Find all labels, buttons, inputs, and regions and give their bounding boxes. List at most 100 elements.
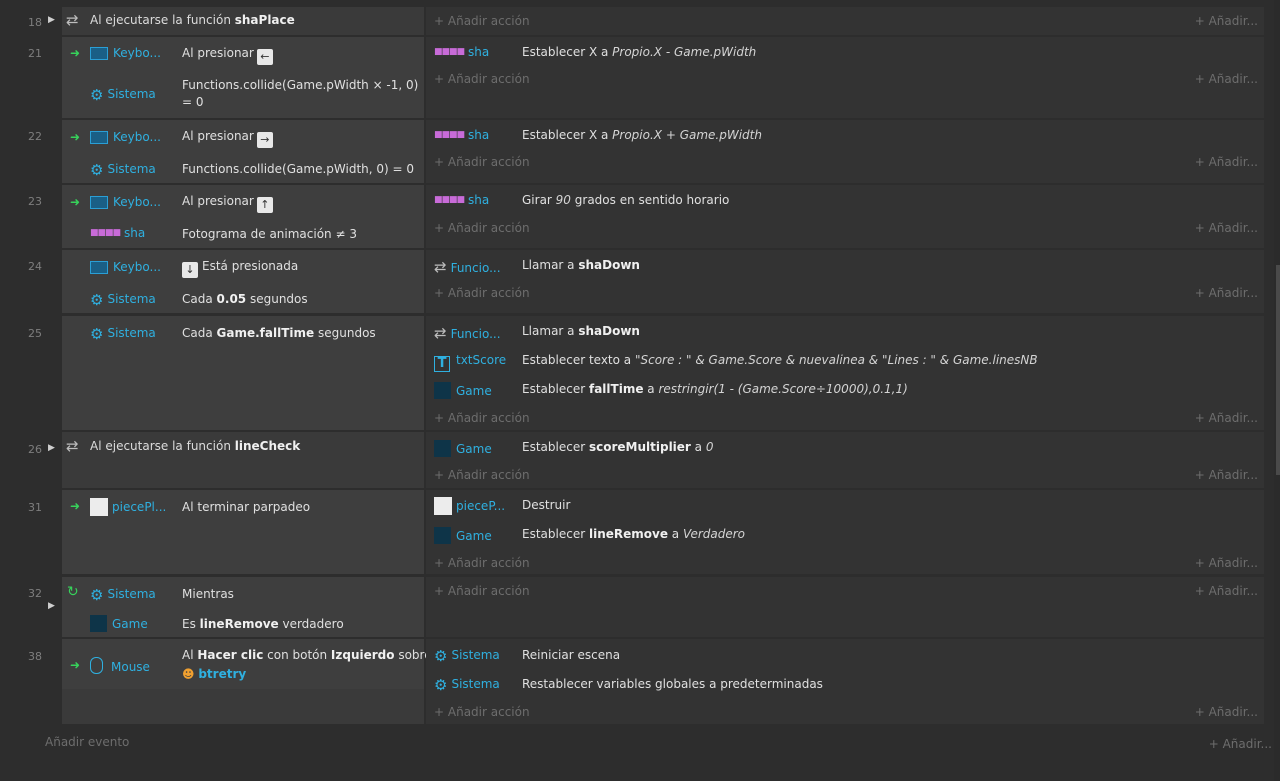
condition-block[interactable]: ➜ Mouse Al Hacer clic con botón Izquierd…	[62, 639, 432, 689]
event-row-32[interactable]: 32 ▶ ↻ ⚙ Sistema Mientras Game Es lineRem…	[0, 577, 1280, 637]
event-number: 23	[28, 195, 42, 208]
piece-sprite-icon	[434, 497, 452, 515]
add-action-link[interactable]: + Añadir acción	[434, 556, 530, 570]
add-right-link[interactable]: + Añadir...	[1195, 72, 1258, 86]
action-object: Game	[434, 440, 492, 457]
action-text[interactable]: Establecer X a Propio.X + Game.pWidth	[522, 128, 762, 142]
condition-block[interactable]	[62, 460, 424, 488]
condition-text[interactable]: Es lineRemove verdadero	[182, 616, 422, 633]
action-block: ⇄ Funcio... Llamar a shaDown TtxtScore Es…	[426, 316, 1264, 430]
add-action-link[interactable]: + Añadir acción	[434, 705, 530, 719]
event-row-18[interactable]: 18 ▶ ⇄ Al ejecutarse la función shaPlace…	[0, 7, 1280, 35]
scrollbar-thumb[interactable]	[1276, 265, 1280, 475]
expand-triangle-icon[interactable]: ▶	[48, 601, 55, 611]
condition-block[interactable]: ➜ Keybo... Al presionar ↑ ■■■■ sha Fotogra…	[62, 185, 424, 248]
action-text[interactable]: Establecer scoreMultiplier a 0	[522, 440, 713, 454]
condition-text[interactable]: Fotograma de animación ≠ 3	[182, 226, 422, 243]
down-arrow-key-icon: ↓	[182, 262, 198, 278]
button-sprite-icon: ☻	[182, 667, 195, 681]
action-block: + Añadir acción + Añadir...	[426, 577, 1264, 637]
condition-object: ⚙ Sistema	[90, 291, 156, 309]
condition-text[interactable]: Functions.collide(Game.pWidth × -1, 0) =…	[182, 77, 422, 111]
function-header[interactable]: ⇄ Al ejecutarse la función lineCheck	[62, 432, 424, 460]
add-right-link[interactable]: + Añadir...	[1195, 468, 1258, 482]
add-right-link[interactable]: + Añadir...	[1195, 155, 1258, 169]
condition-block[interactable]: ➜ piecePl... Al terminar parpadeo	[62, 490, 424, 574]
condition-object: Keybo...	[90, 260, 161, 274]
action-text[interactable]: Establecer fallTime a restringir(1 - (Ga…	[522, 382, 908, 396]
add-action-link[interactable]: + Añadir acción	[434, 14, 530, 28]
add-right-link[interactable]: + Añadir...	[1195, 286, 1258, 300]
condition-object: Mouse	[90, 657, 150, 674]
add-right-link[interactable]: + Añadir...	[1195, 221, 1258, 235]
event-row-22[interactable]: 22 ➜ Keybo... Al presionar → ⚙ Sistema Fun…	[0, 120, 1280, 183]
action-text[interactable]: Restablecer variables globales a predete…	[522, 677, 823, 691]
add-right-link[interactable]: + Añadir...	[1195, 705, 1258, 719]
condition-block[interactable]: ➜ Keybo... Al presionar → ⚙ Sistema Functi…	[62, 120, 424, 183]
function-header[interactable]: ⇄ Al ejecutarse la función shaPlace	[62, 7, 424, 35]
trigger-arrow-icon: ➜	[70, 499, 81, 513]
add-right-link[interactable]: + Añadir...	[1195, 411, 1258, 425]
sprite-icon: ■■■■	[434, 47, 465, 57]
add-action-link[interactable]: + Añadir acción	[434, 155, 530, 169]
action-text[interactable]: Llamar a shaDown	[522, 258, 640, 272]
condition-text[interactable]: Al presionar ←	[182, 45, 422, 65]
text-object-icon: T	[434, 356, 450, 372]
condition-block[interactable]	[62, 689, 424, 724]
event-row-31[interactable]: 31 ➜ piecePl... Al terminar parpadeo pie…	[0, 490, 1280, 574]
condition-text[interactable]: Mientras	[182, 586, 422, 603]
add-action-link[interactable]: + Añadir acción	[434, 72, 530, 86]
add-right-link[interactable]: + Añadir...	[1195, 584, 1258, 598]
action-text[interactable]: Establecer X a Propio.X - Game.pWidth	[522, 45, 756, 59]
action-block: ■■■■ sha Girar 90 grados en sentido horar…	[426, 185, 1264, 248]
action-text[interactable]: Llamar a shaDown	[522, 324, 640, 338]
add-action-link[interactable]: + Añadir acción	[434, 584, 530, 598]
condition-text[interactable]: Al Hacer clic con botón Izquierdo sobre	[182, 647, 432, 664]
condition-block[interactable]: ⚙ Sistema Cada Game.fallTime segundos	[62, 316, 424, 430]
add-right-link[interactable]: + Añadir...	[1195, 14, 1258, 28]
condition-text[interactable]: Functions.collide(Game.pWidth, 0) = 0	[182, 161, 422, 178]
action-text[interactable]: Destruir	[522, 498, 570, 512]
action-text[interactable]: Reiniciar escena	[522, 648, 620, 662]
gear-icon: ⚙	[90, 161, 104, 179]
condition-text[interactable]: ↓ Está presionada	[182, 258, 422, 278]
event-number: 32	[28, 587, 42, 600]
condition-block[interactable]: ↻ ⚙ Sistema Mientras Game Es lineRemove v…	[62, 577, 424, 637]
action-text[interactable]: Establecer lineRemove a Verdadero	[522, 527, 745, 541]
vertical-scrollbar[interactable]	[1274, 0, 1280, 781]
function-icon: ⇄	[66, 437, 79, 455]
trigger-arrow-icon: ➜	[70, 130, 81, 144]
add-action-link[interactable]: + Añadir acción	[434, 411, 530, 425]
condition-object: Keybo...	[90, 130, 161, 144]
expand-triangle-icon[interactable]: ▶	[48, 15, 55, 25]
add-action-link[interactable]: + Añadir acción	[434, 221, 530, 235]
add-action-link[interactable]: + Añadir acción	[434, 286, 530, 300]
event-row-24[interactable]: 24 Keybo... ↓ Está presionada ⚙ Sistema Ca…	[0, 250, 1280, 313]
event-row-38[interactable]: 38 ➜ Mouse Al Hacer clic con botón Izqui…	[0, 639, 1280, 724]
add-event-link[interactable]: Añadir evento	[45, 735, 129, 749]
add-right-link[interactable]: + Añadir...	[1195, 556, 1258, 570]
condition-text[interactable]: Al presionar ↑	[182, 193, 422, 213]
gear-icon: ⚙	[90, 291, 104, 309]
event-row-23[interactable]: 23 ➜ Keybo... Al presionar ↑ ■■■■ sha Foto…	[0, 185, 1280, 248]
condition-object-ref[interactable]: ☻ btretry	[182, 666, 422, 683]
expand-triangle-icon[interactable]: ▶	[48, 443, 55, 453]
condition-text[interactable]: Cada 0.05 segundos	[182, 291, 422, 308]
add-right-link[interactable]: + Añadir...	[1209, 737, 1272, 751]
event-row-26[interactable]: 26 ▶ ⇄ Al ejecutarse la función lineChec…	[0, 432, 1280, 488]
condition-object: ⚙ Sistema	[90, 325, 156, 343]
event-row-21[interactable]: 21 ➜ Keybo... Al presionar ← ⚙ Sistema Fun…	[0, 37, 1280, 118]
game-object-icon	[434, 527, 451, 544]
add-action-link[interactable]: + Añadir acción	[434, 468, 530, 482]
game-object-icon	[90, 615, 107, 632]
action-text[interactable]: Girar 90 grados en sentido horario	[522, 193, 729, 207]
condition-text[interactable]: Al presionar →	[182, 128, 422, 148]
condition-block[interactable]: Keybo... ↓ Está presionada ⚙ Sistema Cada …	[62, 250, 424, 313]
action-object: ■■■■ sha	[434, 45, 490, 59]
condition-text[interactable]: Cada Game.fallTime segundos	[182, 325, 422, 342]
condition-block[interactable]: ➜ Keybo... Al presionar ← ⚙ Sistema Functi…	[62, 37, 424, 118]
event-row-25[interactable]: 25 ⚙ Sistema Cada Game.fallTime segundos …	[0, 316, 1280, 430]
condition-text[interactable]: Al terminar parpadeo	[182, 499, 422, 516]
loop-icon: ↻	[67, 584, 79, 600]
action-text[interactable]: Establecer texto a "Score : " & Game.Sco…	[522, 353, 1038, 367]
